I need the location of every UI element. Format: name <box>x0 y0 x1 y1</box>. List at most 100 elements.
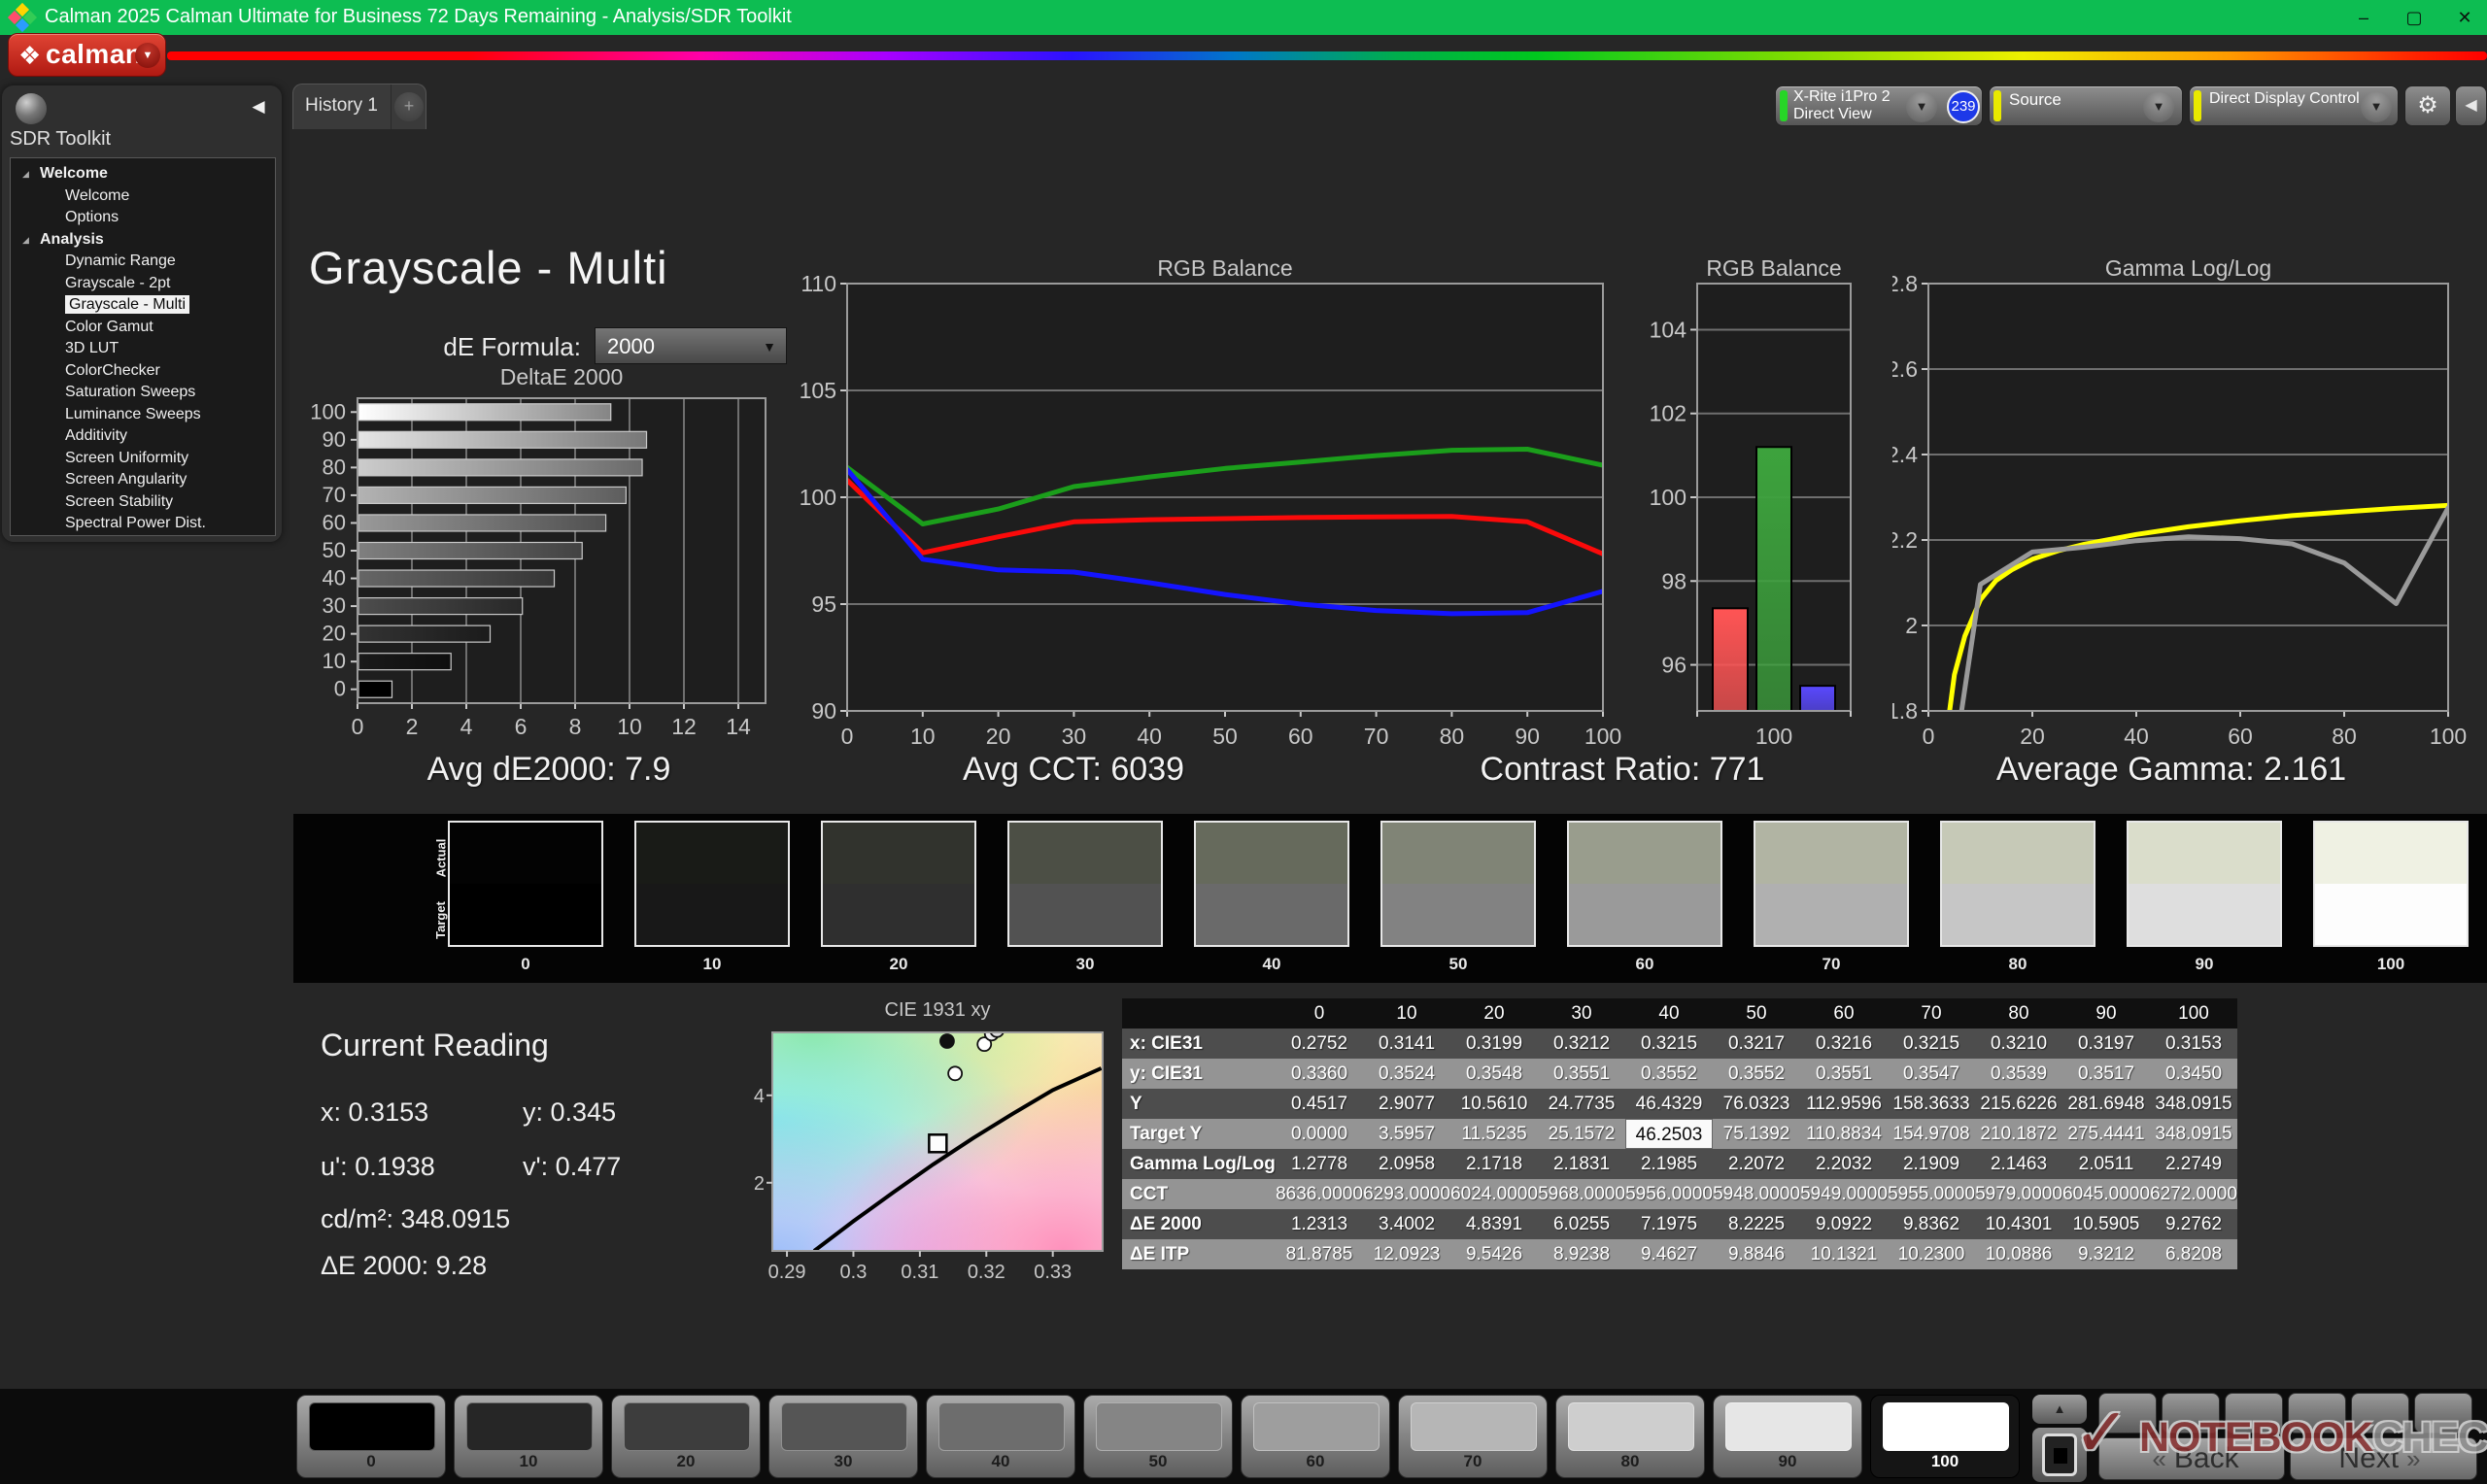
actual-swatch <box>2129 823 2280 884</box>
table-cell: 275.4441 <box>2062 1119 2150 1149</box>
table-cell: 0.3552 <box>1713 1059 1800 1089</box>
svg-text:100: 100 <box>1650 485 1686 510</box>
toolbar-icon-button[interactable] <box>2414 1393 2472 1433</box>
sidebar-item-welcome[interactable]: ◢Welcome <box>11 163 275 186</box>
table-cell: 0.3215 <box>1625 1029 1713 1059</box>
table-cell: 0.4517 <box>1276 1089 1363 1119</box>
svg-text:110: 110 <box>801 271 836 296</box>
target-swatch <box>636 884 788 945</box>
table-cell: 348.0915 <box>2150 1119 2237 1149</box>
pattern-level-label: 90 <box>1714 1452 1861 1471</box>
deltae2000-bar-chart: 024681012141009080706050403020100DeltaE … <box>301 361 787 750</box>
toolbar-icon-button[interactable] <box>2288 1393 2346 1433</box>
pattern-level-button-70[interactable]: 70 <box>1398 1395 1548 1478</box>
pattern-level-button-20[interactable]: 20 <box>611 1395 761 1478</box>
swatch-level-label: 20 <box>821 955 976 974</box>
back-button[interactable]: «Back <box>2098 1437 2285 1480</box>
chevron-down-icon[interactable]: ▼ <box>135 43 160 68</box>
svg-text:2.2: 2.2 <box>1892 527 1918 553</box>
toolbar-icon-button[interactable] <box>2098 1393 2157 1433</box>
table-cell: 9.8362 <box>1888 1209 1975 1239</box>
meter-name: X-Rite i1Pro 2 <box>1793 88 1891 106</box>
sidebar-item-grayscale-multi[interactable]: Grayscale - Multi <box>11 294 275 317</box>
sidebar-item-screen-angularity[interactable]: Screen Angularity <box>11 469 275 491</box>
sidebar-item-grayscale-2pt[interactable]: Grayscale - 2pt <box>11 273 275 295</box>
tree-expand-icon[interactable]: ◢ <box>22 163 29 186</box>
table-cell: 11.5235 <box>1450 1119 1538 1149</box>
reading-de2000: ΔE 2000: 9.28 <box>321 1251 487 1281</box>
sidebar-item-spectral-power-dist-[interactable]: Spectral Power Dist. <box>11 513 275 535</box>
table-cell: 0.3539 <box>1975 1059 2062 1089</box>
chevron-left-icon: « <box>2152 1444 2165 1473</box>
minimize-icon[interactable]: – <box>2341 0 2386 35</box>
pattern-up-icon[interactable]: ▲ <box>2032 1395 2087 1424</box>
table-cell: 2.1718 <box>1450 1149 1538 1179</box>
direct-display-control-dropdown[interactable]: Direct Display Control ▼ <box>2189 85 2399 126</box>
rgb-balance-bar-chart: 9698100102104100RGB Balance <box>1627 253 1865 758</box>
toolbar-icon-button[interactable] <box>2162 1393 2220 1433</box>
toolbar-icon-button[interactable] <box>2351 1393 2409 1433</box>
chevron-down-icon[interactable]: ▼ <box>1906 91 1937 122</box>
sidebar-item-additivity[interactable]: Additivity <box>11 425 275 448</box>
svg-text:30: 30 <box>1062 724 1087 749</box>
pattern-level-label: 30 <box>769 1452 917 1471</box>
sidebar-item-saturation-sweeps[interactable]: Saturation Sweeps <box>11 382 275 404</box>
chevron-down-icon[interactable]: ▼ <box>2361 91 2392 122</box>
table-cell: 4.8391 <box>1450 1209 1538 1239</box>
pattern-level-button-40[interactable]: 40 <box>926 1395 1075 1478</box>
close-icon[interactable]: ✕ <box>2442 0 2487 35</box>
table-cell: 210.1872 <box>1975 1119 2062 1149</box>
maximize-icon[interactable]: ▢ <box>2392 0 2436 35</box>
target-swatch <box>2129 884 2280 945</box>
pattern-level-button-60[interactable]: 60 <box>1241 1395 1390 1478</box>
sidebar-item-dynamic-range[interactable]: Dynamic Range <box>11 251 275 273</box>
table-cell: 5956.0000 <box>1625 1179 1713 1209</box>
table-cell: 10.4301 <box>1975 1209 2062 1239</box>
sidebar-item-colorchecker[interactable]: ColorChecker <box>11 360 275 383</box>
sidebar-item-welcome[interactable]: Welcome <box>11 186 275 208</box>
tree-expand-icon[interactable]: ◢ <box>22 229 29 252</box>
pattern-level-button-10[interactable]: 10 <box>454 1395 603 1478</box>
sidebar-item-analysis[interactable]: ◢Analysis <box>11 229 275 252</box>
table-cell: 6.8208 <box>2150 1239 2237 1269</box>
sidebar-collapse-icon[interactable]: ◀ <box>245 93 272 120</box>
sidebar-item-color-gamut[interactable]: Color Gamut <box>11 317 275 339</box>
avg-de2000-stat: Avg dE2000: 7.9 <box>306 751 792 795</box>
table-cell: 2.9077 <box>1363 1089 1450 1119</box>
sidebar-item-luminance-sweeps[interactable]: Luminance Sweeps <box>11 404 275 426</box>
pattern-level-button-0[interactable]: 0 <box>296 1395 446 1478</box>
svg-text:2: 2 <box>1905 613 1918 638</box>
pattern-level-button-30[interactable]: 30 <box>768 1395 918 1478</box>
pattern-level-button-50[interactable]: 50 <box>1083 1395 1233 1478</box>
source-dropdown[interactable]: Source ▼ <box>1989 85 2183 126</box>
tab-history-1[interactable]: History 1 + <box>292 84 426 129</box>
table-cell: 2.2749 <box>2150 1149 2237 1179</box>
calman-menu-button[interactable]: ❖ calman ▼ <box>8 33 166 77</box>
pattern-level-button-100[interactable]: 100 <box>1870 1395 2020 1478</box>
sidebar-item-screen-uniformity[interactable]: Screen Uniformity <box>11 448 275 470</box>
sdr-toolkit-sidebar: ◀ SDR Toolkit ◢WelcomeWelcomeOptions◢Ana… <box>2 85 282 542</box>
collapse-panel-icon[interactable]: ◀ <box>2455 85 2487 126</box>
sidebar-sphere-button[interactable] <box>16 93 47 124</box>
meter-dropdown[interactable]: X-Rite i1Pro 2 Direct View ▼ 239 <box>1775 85 1983 126</box>
svg-text:20: 20 <box>2020 724 2045 749</box>
sidebar-item-label: Spectral Power Dist. <box>65 515 206 531</box>
pattern-level-button-90[interactable]: 90 <box>1713 1395 1862 1478</box>
next-button[interactable]: Next» <box>2290 1437 2477 1480</box>
svg-text:90: 90 <box>1515 724 1540 749</box>
add-tab-button[interactable]: + <box>394 92 424 121</box>
gear-icon[interactable]: ⚙ <box>2404 85 2451 126</box>
sidebar-item-screen-stability[interactable]: Screen Stability <box>11 491 275 514</box>
table-cell: 0.3215 <box>1888 1029 1975 1059</box>
toolbar-icon-button[interactable] <box>2225 1393 2283 1433</box>
pattern-window-toggle[interactable] <box>2032 1428 2087 1482</box>
de-formula-select[interactable]: 2000 ▼ <box>595 327 787 364</box>
pattern-level-button-80[interactable]: 80 <box>1555 1395 1705 1478</box>
sidebar-item-3d-lut[interactable]: 3D LUT <box>11 338 275 360</box>
sidebar-item-options[interactable]: Options <box>11 207 275 229</box>
chevron-down-icon[interactable]: ▼ <box>2143 91 2174 122</box>
table-cell: 2.1831 <box>1538 1149 1625 1179</box>
window-title: Calman 2025 Calman Ultimate for Business… <box>45 6 792 28</box>
svg-text:10: 10 <box>617 714 642 739</box>
svg-text:98: 98 <box>1661 568 1686 593</box>
